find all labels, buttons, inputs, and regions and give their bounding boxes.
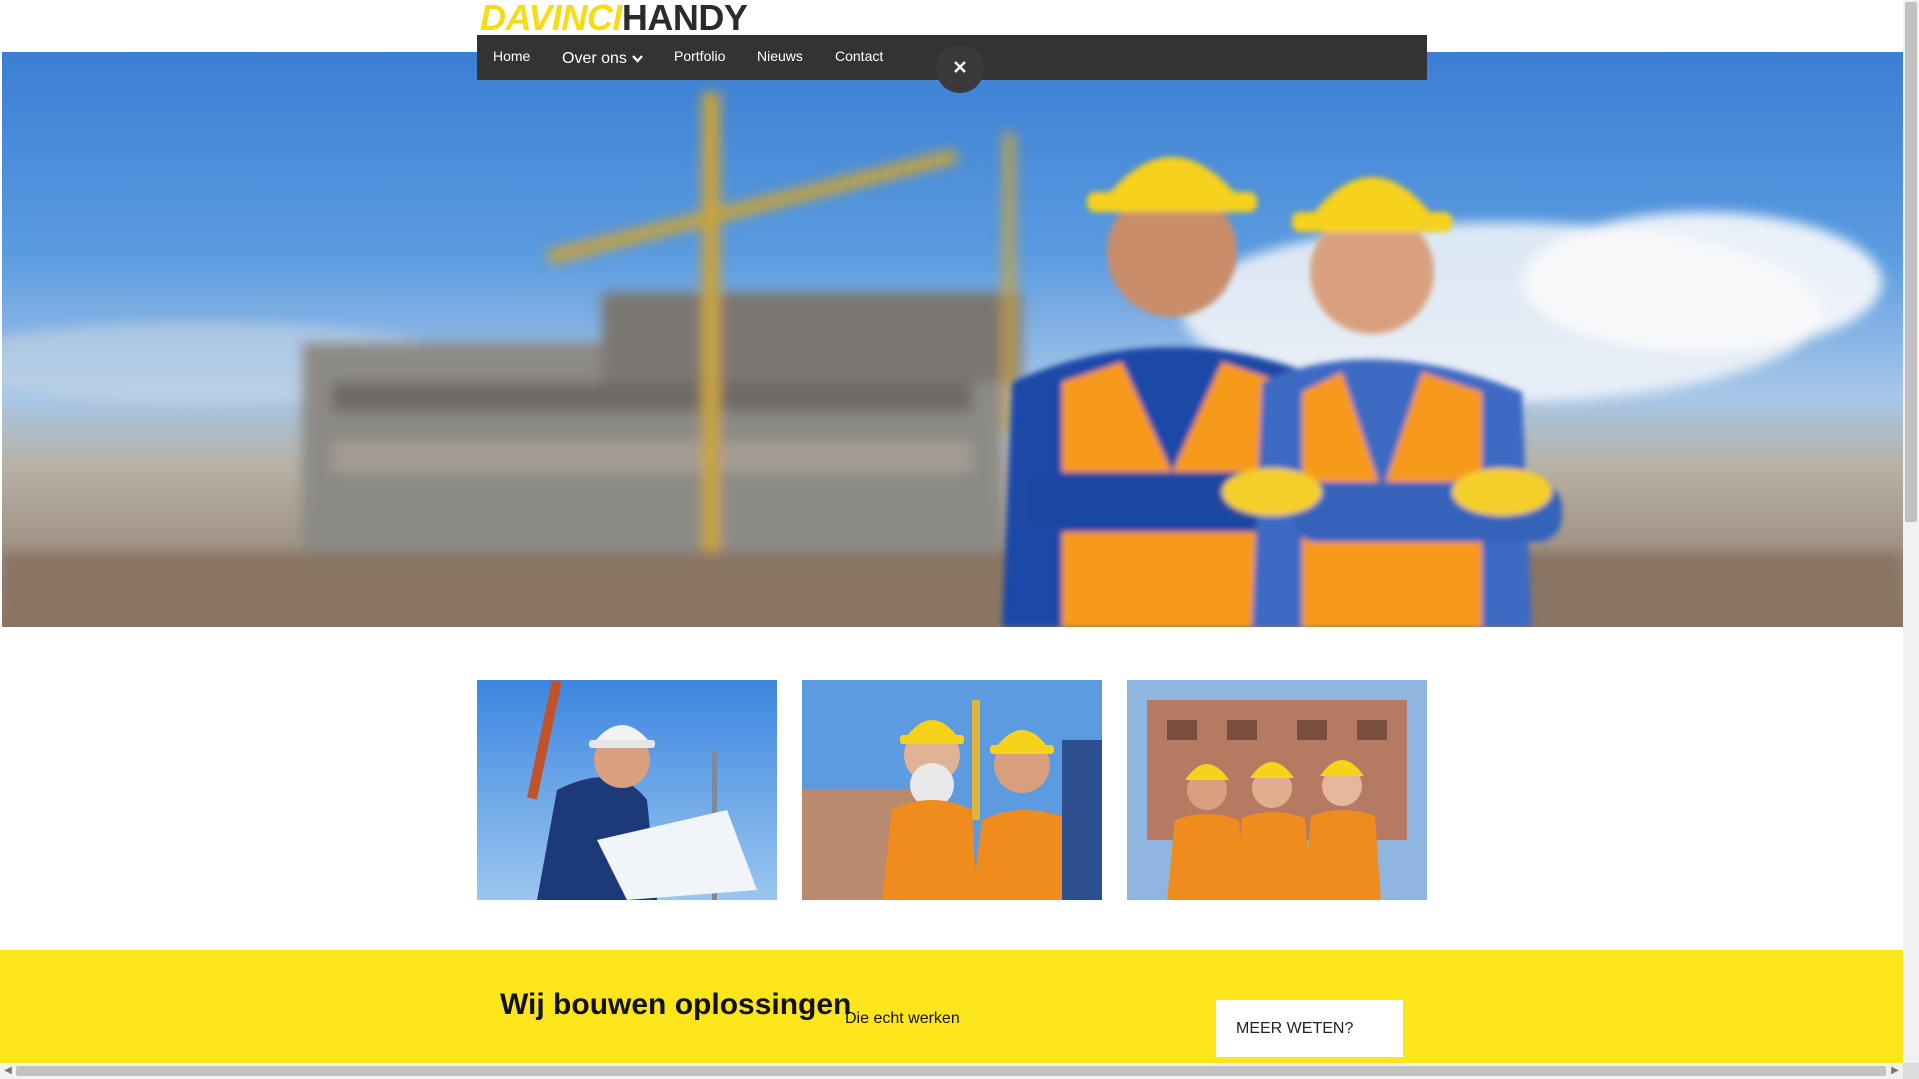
gallery-image-workers-radio[interactable] — [802, 680, 1102, 900]
gallery-image-engineer[interactable] — [477, 680, 777, 900]
gallery-image-three-workers[interactable] — [1127, 680, 1427, 900]
horizontal-scrollbar-thumb[interactable] — [16, 1066, 1886, 1076]
nav-item-nieuws[interactable]: Nieuws — [757, 35, 803, 80]
band-subtitle: Die echt werken — [845, 1010, 960, 1027]
close-icon — [953, 60, 967, 79]
band-title: Wij bouwen oplossingen — [500, 988, 852, 1021]
close-button[interactable] — [936, 45, 984, 93]
scroll-right-icon[interactable]: ▶ — [1887, 1063, 1903, 1079]
meer-weten-button[interactable]: MEER WETEN? — [1216, 1000, 1403, 1057]
logo-part-handy: HANDY — [621, 0, 748, 38]
nav-item-over-ons[interactable]: Over ons — [562, 37, 643, 82]
nav-item-contact[interactable]: Contact — [835, 35, 883, 80]
chevron-down-icon — [632, 37, 643, 80]
page-viewport: DAVINCIHANDY Home Over ons Portfolio Nie… — [0, 0, 1903, 1063]
vertical-scrollbar-thumb[interactable] — [1905, 2, 1917, 522]
logo-part-davinci: DAVINCI — [480, 0, 622, 38]
site-logo[interactable]: DAVINCIHANDY — [480, 0, 748, 38]
hero-image — [2, 52, 1903, 627]
hero-illustration — [2, 92, 1903, 627]
scrollbar-corner — [1903, 1063, 1919, 1079]
cta-band — [0, 950, 1903, 1063]
nav-item-over-ons-label: Over ons — [562, 50, 627, 67]
scroll-left-icon[interactable]: ◀ — [0, 1063, 16, 1079]
nav-item-home[interactable]: Home — [493, 35, 530, 80]
nav-item-portfolio[interactable]: Portfolio — [674, 35, 725, 80]
